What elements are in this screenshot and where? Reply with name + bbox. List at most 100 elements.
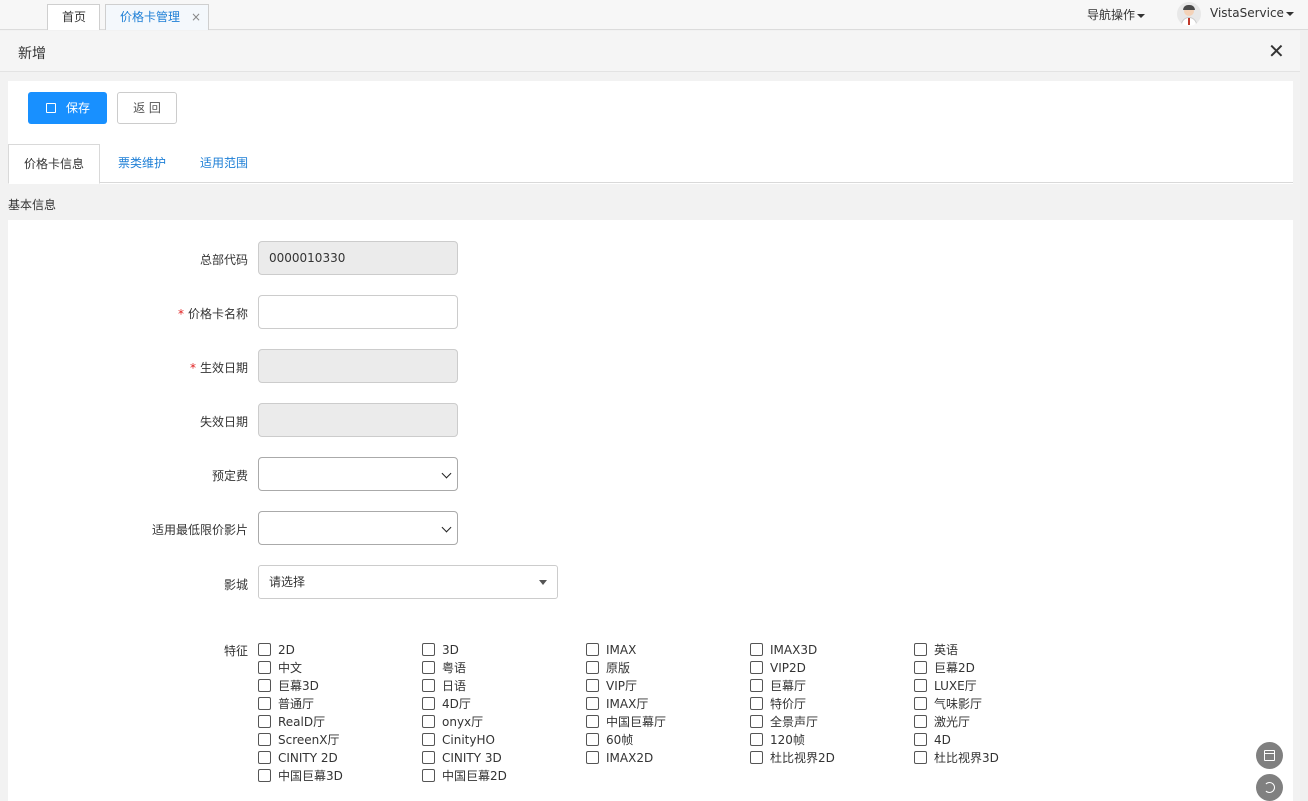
checkbox[interactable] (914, 661, 927, 674)
checkbox[interactable] (422, 751, 435, 764)
feature-label: 英语 (934, 643, 959, 657)
feature-checkbox-item[interactable]: IMAX3D (750, 641, 914, 659)
checkbox[interactable] (914, 733, 927, 746)
checkbox[interactable] (750, 715, 763, 728)
checkbox[interactable] (586, 679, 599, 692)
feature-label: 粤语 (442, 661, 467, 675)
feature-checkbox-item[interactable]: ScreenX厅 (258, 731, 422, 749)
checkbox[interactable] (258, 661, 271, 674)
checkbox[interactable] (422, 697, 435, 710)
layout-toggle-button[interactable] (1256, 742, 1283, 769)
checkbox[interactable] (914, 715, 927, 728)
feature-checkbox-item[interactable]: 英语 (914, 641, 1078, 659)
checkbox[interactable] (914, 643, 927, 656)
back-button[interactable]: 返 回 (117, 92, 177, 124)
feature-checkbox-item[interactable]: 60帧 (586, 731, 750, 749)
checkbox[interactable] (914, 697, 927, 710)
cinema-select[interactable]: 请选择 (258, 565, 558, 599)
feature-checkbox-item[interactable]: 全景声厅 (750, 713, 914, 731)
feature-checkbox-item[interactable]: 中国巨幕2D (422, 767, 586, 785)
user-menu[interactable]: VistaService (1210, 6, 1294, 20)
feature-checkbox-item[interactable]: 激光厅 (914, 713, 1078, 731)
checkbox[interactable] (586, 661, 599, 674)
checkbox[interactable] (750, 697, 763, 710)
nav-ops-dropdown[interactable]: 导航操作 (1087, 6, 1146, 23)
feature-checkbox-item[interactable]: IMAX (586, 641, 750, 659)
feature-checkbox-item[interactable]: 120帧 (750, 731, 914, 749)
tab-scope[interactable]: 适用范围 (200, 144, 248, 183)
close-icon[interactable]: ✕ (1268, 41, 1285, 61)
save-button[interactable]: 保存 (28, 92, 107, 124)
tab-home[interactable]: 首页 (47, 4, 100, 30)
checkbox[interactable] (258, 751, 271, 764)
refresh-button[interactable] (1256, 774, 1283, 801)
checkbox[interactable] (586, 751, 599, 764)
checkbox[interactable] (422, 661, 435, 674)
close-tab-icon[interactable]: × (191, 5, 201, 29)
feature-checkbox-item[interactable]: 特价厅 (750, 695, 914, 713)
checkbox[interactable] (586, 697, 599, 710)
feature-checkbox-item[interactable]: 杜比视界3D (914, 749, 1078, 767)
feature-checkbox-item[interactable]: 巨幕厅 (750, 677, 914, 695)
feature-checkbox-item[interactable]: CINITY 3D (422, 749, 586, 767)
avatar[interactable] (1177, 2, 1201, 26)
checkbox[interactable] (422, 679, 435, 692)
feature-checkbox-item[interactable]: 巨幕3D (258, 677, 422, 695)
checkbox[interactable] (914, 751, 927, 764)
expiry-date-input[interactable] (258, 403, 458, 437)
checkbox[interactable] (258, 643, 271, 656)
checkbox[interactable] (750, 751, 763, 764)
tab-price-card-info[interactable]: 价格卡信息 (8, 144, 100, 184)
checkbox[interactable] (422, 643, 435, 656)
feature-checkbox-item[interactable]: 2D (258, 641, 422, 659)
feature-checkbox-item[interactable]: 中国巨幕3D (258, 767, 422, 785)
checkbox[interactable] (258, 733, 271, 746)
checkbox[interactable] (422, 715, 435, 728)
effective-date-input[interactable] (258, 349, 458, 383)
feature-checkbox-item[interactable]: CINITY 2D (258, 749, 422, 767)
booking-fee-select[interactable] (258, 457, 458, 491)
feature-checkbox-item[interactable]: 气味影厅 (914, 695, 1078, 713)
checkbox[interactable] (258, 769, 271, 782)
checkbox[interactable] (750, 679, 763, 692)
feature-checkbox-item[interactable]: 中国巨幕厅 (586, 713, 750, 731)
feature-checkbox-item[interactable]: 3D (422, 641, 586, 659)
checkbox[interactable] (258, 715, 271, 728)
tab-price-card-management[interactable]: 价格卡管理 × (105, 4, 209, 30)
feature-checkbox-item[interactable]: 原版 (586, 659, 750, 677)
scrollbar[interactable] (1300, 30, 1308, 801)
feature-checkbox-item[interactable]: VIP厅 (586, 677, 750, 695)
feature-checkbox-item[interactable]: LUXE厅 (914, 677, 1078, 695)
feature-checkbox-item[interactable]: 杜比视界2D (750, 749, 914, 767)
checkbox[interactable] (258, 697, 271, 710)
card-name-input[interactable] (258, 295, 458, 329)
feature-checkbox-item[interactable]: 4D厅 (422, 695, 586, 713)
feature-checkbox-item[interactable]: IMAX2D (586, 749, 750, 767)
checkbox[interactable] (422, 733, 435, 746)
checkbox[interactable] (258, 679, 271, 692)
checkbox[interactable] (914, 679, 927, 692)
feature-checkbox-item[interactable]: RealD厅 (258, 713, 422, 731)
checkbox[interactable] (750, 643, 763, 656)
feature-checkbox-item[interactable]: 4D (914, 731, 1078, 749)
panel-icon (1264, 750, 1275, 761)
feature-checkbox-item[interactable]: 普通厅 (258, 695, 422, 713)
feature-checkbox-item[interactable]: 日语 (422, 677, 586, 695)
feature-checkbox-item[interactable]: onyx厅 (422, 713, 586, 731)
feature-checkbox-item[interactable]: 巨幕2D (914, 659, 1078, 677)
checkbox[interactable] (422, 769, 435, 782)
checkbox[interactable] (750, 733, 763, 746)
checkbox[interactable] (586, 733, 599, 746)
checkbox[interactable] (586, 715, 599, 728)
feature-checkbox-item[interactable]: IMAX厅 (586, 695, 750, 713)
tab-ticket-types[interactable]: 票类维护 (118, 144, 166, 183)
checkbox[interactable] (750, 661, 763, 674)
feature-checkbox-item[interactable]: CinityHO (422, 731, 586, 749)
checkbox[interactable] (586, 643, 599, 656)
feature-checkbox-item[interactable]: 粤语 (422, 659, 586, 677)
expiry-date-label: 失效日期 (199, 415, 248, 429)
feature-checkbox-item[interactable]: 中文 (258, 659, 422, 677)
feature-checkbox-item[interactable]: VIP2D (750, 659, 914, 677)
min-price-film-select[interactable] (258, 511, 458, 545)
hq-code-label: 总部代码 (199, 253, 248, 267)
